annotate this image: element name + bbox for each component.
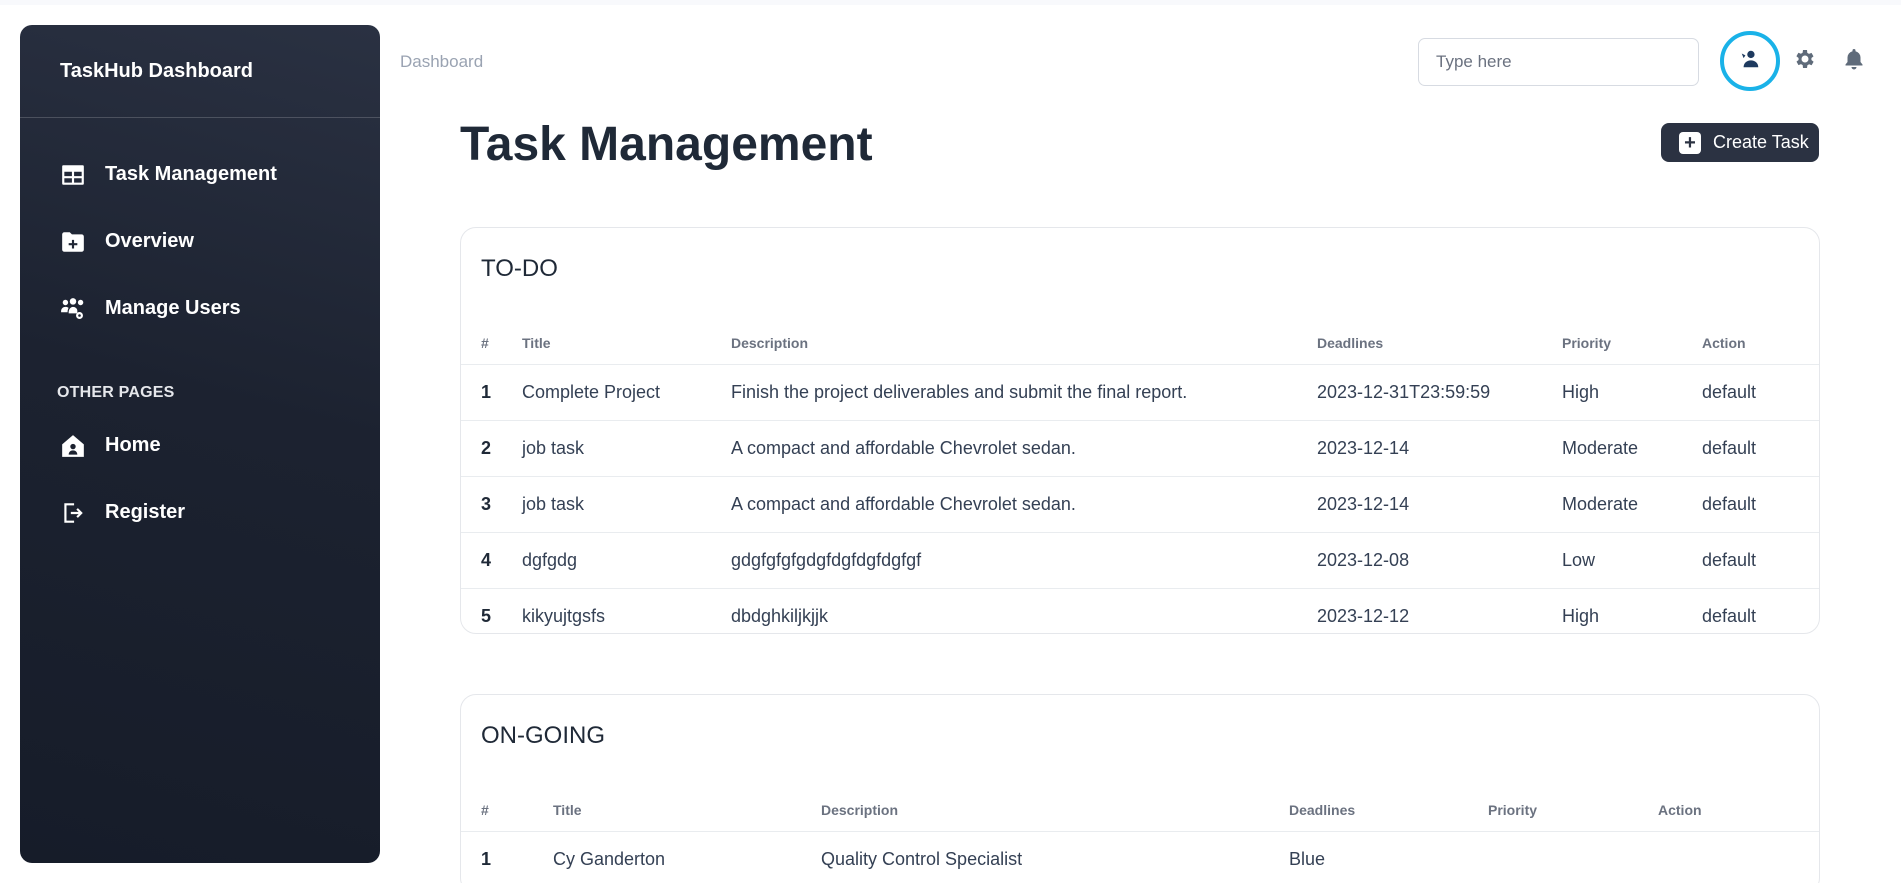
task-action[interactable]: default: [1702, 476, 1819, 533]
table-row[interactable]: 2 job task A compact and affordable Chev…: [461, 420, 1819, 477]
sidebar-item-home[interactable]: Home: [20, 412, 380, 479]
plus-square-icon: +: [1679, 131, 1701, 154]
sidebar-item-overview[interactable]: Overview: [20, 208, 380, 275]
task-description: gdgfgfgfgdgfdgfdgfdgfgf: [731, 532, 1317, 589]
sidebar-nav: Task Management Overview Manage Users: [20, 118, 380, 342]
table-row[interactable]: 5 kikyujtgsfs dbdghkiljkjjk 2023-12-12 H…: [461, 588, 1819, 633]
task-priority: Moderate: [1562, 420, 1702, 477]
sidebar-section-label: OTHER PAGES: [57, 384, 175, 401]
ongoing-title: ON-GOING: [481, 722, 605, 749]
table-header-row: # Title Description Deadlines Priority A…: [461, 322, 1819, 365]
ongoing-card: ON-GOING # Title Description Deadlines P…: [460, 694, 1820, 883]
task-priority: High: [1562, 364, 1702, 421]
ongoing-table: # Title Description Deadlines Priority A…: [461, 789, 1819, 883]
task-priority: High: [1562, 605, 1600, 626]
sidebar-item-label: Task Management: [105, 163, 277, 185]
app-root: TaskHub Dashboard Task Management Overvi…: [0, 0, 1901, 883]
bell-icon: [1842, 47, 1866, 76]
task-action[interactable]: default: [1702, 420, 1819, 477]
task-priority: Low: [1562, 532, 1702, 589]
column-header: Description: [821, 789, 1289, 832]
sidebar-other-nav: Home Register: [20, 412, 380, 546]
page-title: Task Management: [460, 118, 873, 171]
task-title: kikyujtgsfs: [522, 605, 606, 626]
task-description: A compact and affordable Chevrolet sedan…: [731, 476, 1317, 533]
sidebar-item-task-management[interactable]: Task Management: [20, 141, 380, 208]
task-title: Cy Ganderton: [553, 848, 666, 869]
task-deadline: 2023-12-08: [1317, 532, 1562, 589]
column-header: Priority: [1562, 322, 1702, 365]
sidebar-item-label: Manage Users: [105, 297, 241, 319]
task-title: job task: [522, 476, 731, 533]
task-description: dbdghkiljkjjk: [731, 605, 829, 626]
breadcrumb[interactable]: Dashboard: [400, 52, 483, 72]
column-header: Action: [1702, 322, 1819, 365]
folder-plus-icon: [60, 229, 86, 255]
row-number: 2: [461, 420, 522, 477]
task-action[interactable]: default: [1702, 364, 1819, 421]
column-header: Title: [522, 322, 731, 365]
sidebar: TaskHub Dashboard Task Management Overvi…: [20, 25, 380, 863]
task-action[interactable]: [1658, 831, 1819, 883]
row-number: 1: [461, 364, 522, 421]
sidebar-item-label: Home: [105, 434, 161, 456]
todo-table: # Title Description Deadlines Priority A…: [461, 322, 1819, 633]
create-task-label: Create Task: [1713, 132, 1809, 152]
sidebar-item-manage-users[interactable]: Manage Users: [20, 275, 380, 342]
table-row[interactable]: 4 dgfgdg gdgfgfgfgdgfdgfdgfdgfgf 2023-12…: [461, 532, 1819, 589]
column-header: #: [461, 322, 522, 365]
column-header: Action: [1658, 789, 1819, 832]
table-header-row: # Title Description Deadlines Priority A…: [461, 789, 1819, 832]
task-title: Complete Project: [522, 364, 731, 421]
todo-title: TO-DO: [481, 255, 558, 282]
task-description: Finish the project deliverables and subm…: [731, 364, 1317, 421]
task-action[interactable]: default: [1702, 532, 1819, 589]
settings-button[interactable]: [1790, 47, 1818, 75]
column-header: Priority: [1488, 789, 1658, 832]
top-strip: [0, 0, 1901, 5]
notifications-button[interactable]: [1840, 47, 1868, 75]
sidebar-item-label: Overview: [105, 230, 194, 252]
task-description: A compact and affordable Chevrolet sedan…: [731, 420, 1317, 477]
table-row[interactable]: 1 Cy Ganderton Quality Control Specialis…: [461, 831, 1819, 883]
column-header: #: [461, 789, 553, 832]
task-deadline: 2023-12-31T23:59:59: [1317, 364, 1562, 421]
task-priority: Moderate: [1562, 476, 1702, 533]
brand-title: TaskHub Dashboard: [20, 25, 380, 118]
gear-icon: [1792, 47, 1816, 76]
row-number: 4: [461, 532, 522, 589]
sign-out-icon: [60, 500, 86, 526]
task-description: Quality Control Specialist: [821, 848, 1023, 869]
create-task-button[interactable]: + Create Task: [1661, 123, 1819, 162]
search-input[interactable]: [1418, 38, 1699, 86]
task-deadline: 2023-12-14: [1317, 420, 1562, 477]
column-header: Deadlines: [1289, 789, 1488, 832]
todo-card: TO-DO # Title Description Deadlines Prio…: [460, 227, 1820, 634]
task-priority: [1488, 831, 1658, 883]
task-deadline: Blue: [1289, 848, 1326, 869]
column-header: Deadlines: [1317, 322, 1562, 365]
task-deadline: 2023-12-12: [1317, 605, 1410, 626]
task-title: job task: [522, 420, 731, 477]
table-icon: [60, 162, 86, 188]
column-header: Description: [731, 322, 1317, 365]
table-row[interactable]: 1 Complete Project Finish the project de…: [461, 364, 1819, 421]
row-number: 1: [481, 848, 492, 869]
users-gear-icon: [60, 296, 86, 322]
house-user-icon: [60, 433, 86, 459]
sidebar-item-label: Register: [105, 501, 186, 523]
task-deadline: 2023-12-14: [1317, 476, 1562, 533]
task-action[interactable]: default: [1702, 588, 1819, 633]
user-icon: [1739, 48, 1761, 75]
row-number: 5: [481, 605, 492, 626]
sidebar-item-register[interactable]: Register: [20, 479, 380, 546]
user-avatar-button[interactable]: [1720, 31, 1780, 91]
row-number: 3: [461, 476, 522, 533]
table-row[interactable]: 3 job task A compact and affordable Chev…: [461, 476, 1819, 533]
task-title: dgfgdg: [522, 532, 731, 589]
column-header: Title: [553, 789, 821, 832]
